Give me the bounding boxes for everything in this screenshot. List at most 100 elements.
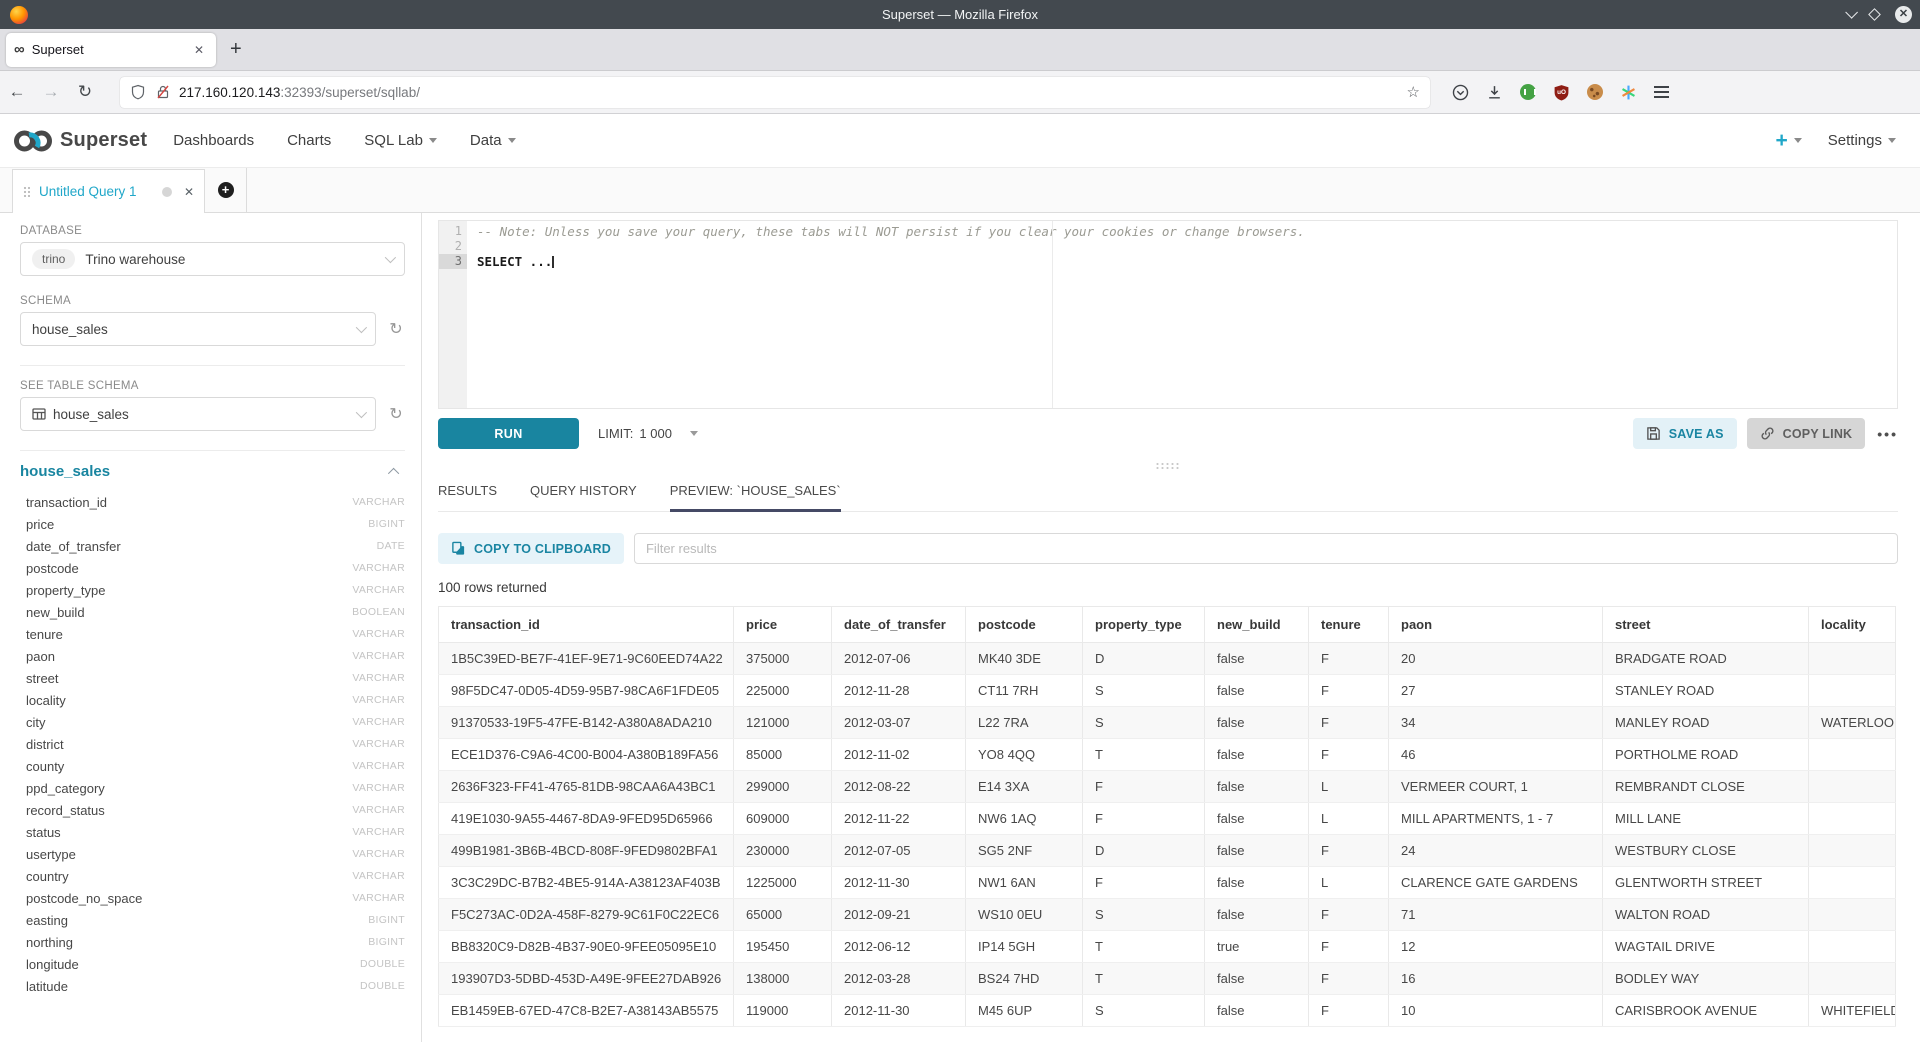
column-name: transaction_id — [26, 495, 352, 510]
save-as-button[interactable]: SAVE AS — [1633, 418, 1737, 449]
query-tab-active[interactable]: Untitled Query 1 ✕ — [12, 169, 205, 213]
column-header-locality[interactable]: locality — [1809, 607, 1896, 643]
table-cell: T — [1083, 931, 1205, 963]
column-name: latitude — [26, 979, 360, 994]
text-cursor — [552, 256, 554, 268]
ublock-icon[interactable]: uO — [1553, 84, 1570, 101]
extension-asterisk-icon[interactable] — [1620, 84, 1637, 101]
database-select[interactable]: trino Trino warehouse — [20, 242, 405, 276]
superset-favicon-icon: ∞ — [14, 41, 25, 58]
column-name: tenure — [26, 627, 352, 642]
column-header-transaction_id[interactable]: transaction_id — [439, 607, 734, 643]
table-cell: D — [1083, 835, 1205, 867]
bookmark-star-icon[interactable]: ☆ — [1407, 83, 1420, 101]
url-bar[interactable]: 217.160.120.143:32393/superset/sqllab/ ☆ — [120, 77, 1430, 108]
browser-tab-close-icon[interactable]: ✕ — [190, 41, 208, 59]
menu-icon[interactable] — [1654, 91, 1669, 93]
run-button[interactable]: RUN — [438, 418, 579, 449]
reload-icon[interactable]: ↻ — [68, 82, 102, 102]
superset-navbar: Superset Dashboards Charts SQL Lab Data + S… — [0, 114, 1920, 168]
window-maximize-icon[interactable] — [1868, 8, 1881, 21]
chevron-down-icon — [356, 407, 367, 418]
column-type: VARCHAR — [352, 496, 405, 508]
column-name: postcode_no_space — [26, 891, 352, 906]
column-header-property_type[interactable]: property_type — [1083, 607, 1205, 643]
column-header-new_build[interactable]: new_build — [1205, 607, 1309, 643]
chevron-down-icon — [1794, 138, 1802, 143]
editor-code[interactable]: -- Note: Unless you save your query, the… — [467, 221, 1897, 408]
limit-dropdown[interactable]: LIMIT: 1 000 — [598, 426, 698, 441]
schema-select[interactable]: house_sales — [20, 312, 376, 346]
sql-editor[interactable]: 123 -- Note: Unless you save your query,… — [438, 220, 1898, 409]
nav-item-dashboards[interactable]: Dashboards — [173, 132, 254, 149]
table-cell: 609000 — [734, 803, 832, 835]
nav-item-charts[interactable]: Charts — [287, 132, 331, 149]
table-select[interactable]: house_sales — [20, 397, 376, 431]
schema-column-new_build: new_buildBOOLEAN — [20, 601, 405, 623]
add-query-tab-button[interactable]: + — [205, 168, 247, 212]
more-actions-button[interactable]: ••• — [1877, 426, 1898, 442]
cookie-icon[interactable] — [1587, 84, 1603, 100]
table-cell: false — [1205, 771, 1309, 803]
pane-resize-handle[interactable] — [1155, 462, 1181, 470]
table-cell: ECE1D376-C9A6-4C00-B004-A380B189FA56 — [439, 739, 734, 771]
copy-icon — [451, 541, 466, 556]
results-tab-query-history[interactable]: QUERY HISTORY — [530, 474, 637, 511]
drag-handle-icon[interactable] — [23, 186, 30, 197]
table-cell: F5C273AC-0D2A-458F-8279-9C61F0C22EC6 — [439, 899, 734, 931]
table-schema-title: house_sales — [20, 463, 391, 480]
column-header-tenure[interactable]: tenure — [1309, 607, 1389, 643]
rows-returned-text: 100 rows returned — [438, 580, 1898, 595]
copy-link-button[interactable]: COPY LINK — [1747, 418, 1866, 449]
browser-new-tab-button[interactable]: + — [216, 38, 256, 61]
refresh-tables-icon[interactable]: ↻ — [387, 404, 405, 424]
table-cell: 98F5DC47-0D05-4D59-95B7-98CA6F1FDE05 — [439, 675, 734, 707]
query-tab-close-icon[interactable]: ✕ — [184, 185, 194, 199]
schema-column-district: districtVARCHAR — [20, 733, 405, 755]
settings-menu[interactable]: Settings — [1828, 132, 1896, 149]
window-close-icon[interactable]: ✕ — [1895, 6, 1912, 23]
column-name: property_type — [26, 583, 352, 598]
table-cell: 2012-11-30 — [832, 995, 966, 1027]
superset-logo[interactable]: Superset — [12, 127, 147, 155]
table-row: 3C3C29DC-B7B2-4BE5-914A-A38123AF403B1225… — [439, 867, 1896, 899]
browser-tab-superset[interactable]: ∞ Superset ✕ — [6, 33, 216, 67]
sqllab-main: 123 -- Note: Unless you save your query,… — [422, 213, 1920, 1042]
download-icon[interactable] — [1486, 84, 1503, 101]
nav-item-data[interactable]: Data — [470, 132, 516, 149]
table-cell: SG5 2NF — [966, 835, 1083, 867]
chevron-down-icon — [429, 138, 437, 143]
table-cell: 2012-03-28 — [832, 963, 966, 995]
back-icon[interactable]: ← — [0, 82, 34, 102]
nav-item-sql-lab[interactable]: SQL Lab — [364, 132, 437, 149]
table-cell: F — [1309, 835, 1389, 867]
column-header-postcode[interactable]: postcode — [966, 607, 1083, 643]
forward-icon[interactable]: → — [34, 82, 68, 102]
column-name: usertype — [26, 847, 352, 862]
refresh-schemas-icon[interactable]: ↻ — [387, 319, 405, 339]
results-tab-preview-house_sales[interactable]: PREVIEW: `HOUSE_SALES` — [670, 474, 841, 511]
privacy-badger-icon[interactable] — [1520, 84, 1536, 100]
window-minimize-icon[interactable] — [1845, 6, 1858, 19]
column-header-street[interactable]: street — [1603, 607, 1809, 643]
schema-column-easting: eastingBIGINT — [20, 909, 405, 931]
column-type: VARCHAR — [352, 782, 405, 794]
browser-tab-title: Superset — [32, 42, 190, 57]
schema-column-status: statusVARCHAR — [20, 821, 405, 843]
limit-value: 1 000 — [639, 426, 672, 441]
new-item-button[interactable]: + — [1776, 131, 1802, 151]
column-header-date_of_transfer[interactable]: date_of_transfer — [832, 607, 966, 643]
column-header-paon[interactable]: paon — [1389, 607, 1603, 643]
column-name: northing — [26, 935, 368, 950]
table-cell: CLARENCE GATE GARDENS — [1389, 867, 1603, 899]
results-tab-results[interactable]: RESULTS — [438, 474, 497, 511]
table-cell: 2012-09-21 — [832, 899, 966, 931]
filter-results-input[interactable] — [634, 533, 1898, 564]
code-line-3: SELECT ... — [477, 254, 1897, 269]
copy-to-clipboard-button[interactable]: COPY TO CLIPBOARD — [438, 533, 624, 564]
column-header-price[interactable]: price — [734, 607, 832, 643]
table-cell: false — [1205, 995, 1309, 1027]
column-type: VARCHAR — [352, 672, 405, 684]
pocket-icon[interactable] — [1452, 84, 1469, 101]
plus-icon: + — [1776, 131, 1788, 151]
